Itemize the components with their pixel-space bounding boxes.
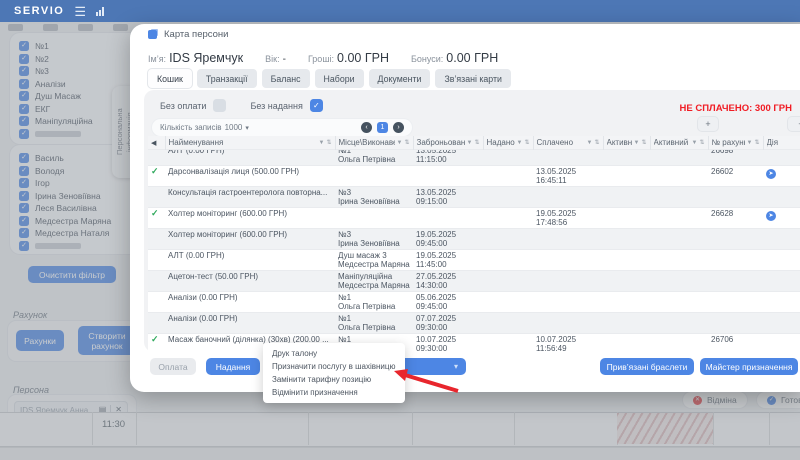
filters-row: Без оплати Без надання ✓ (160, 99, 323, 112)
payment-button[interactable]: Оплата (150, 358, 196, 375)
tab-transactions[interactable]: Транзакції (197, 69, 257, 88)
menu-item-assign-to-board[interactable]: Призначити послугу в шахівницю (263, 360, 405, 373)
table-row[interactable]: ✓ Дарсонвалізація лиця (500.00 ГРН) 13.0… (148, 166, 800, 187)
top-bar: SERVIO ☰ (0, 0, 800, 22)
table-row[interactable]: АЛТ (0.00 ГРН) №1Ольга Петрівна 13.05.20… (148, 150, 800, 166)
person-money: 0.00 ГРН (337, 51, 389, 65)
sort-icon[interactable]: ⇅ (524, 139, 529, 146)
table-row[interactable]: Консультація гастроентеролога повторна..… (148, 187, 800, 208)
sort-icon[interactable]: ⇅ (641, 139, 646, 146)
filter-icon[interactable]: ▼ (467, 140, 473, 146)
menu-item-print-ticket[interactable]: Друк талону (263, 347, 405, 360)
sort-icon[interactable]: ⇅ (474, 139, 479, 146)
table-row[interactable]: ✓ Масаж баночний (ділянка) (30хв) (200.0… (148, 334, 800, 355)
row-action-icon[interactable]: ➤ (766, 211, 776, 221)
sort-icon[interactable]: ⇅ (404, 139, 409, 146)
add-record-button-2[interactable]: + (788, 117, 800, 131)
filter-icon[interactable]: ▼ (397, 140, 403, 146)
provided-check-icon: ✓ (151, 208, 159, 218)
no-payment-checkbox[interactable] (213, 99, 226, 112)
assignment-master-button[interactable]: Майстер призначення (700, 358, 798, 375)
person-name: IDS Яремчук (169, 51, 243, 65)
filter-icon[interactable]: ▼ (692, 140, 698, 146)
tab-documents[interactable]: Документи (369, 69, 431, 88)
table-row[interactable]: Аналізи (0.00 ГРН) №1Ольга Петрівна 05.0… (148, 292, 800, 313)
modal-title: Карта персони (164, 29, 228, 40)
app-root: SERVIO ☰ ✓№1 ✓№2 ✓№3 ✓Аналізи ✓Душ Масаж… (0, 0, 800, 460)
menu-item-cancel-assignment[interactable]: Відмінити призначення (263, 386, 405, 399)
chevron-down-icon: ▾ (245, 124, 249, 132)
person-bonus: 0.00 ГРН (446, 51, 498, 65)
filter-icon[interactable]: ▼ (634, 140, 640, 146)
tab-sets[interactable]: Набори (315, 69, 364, 88)
records-count-select[interactable]: Кількість записів 1000 ▾ (160, 123, 249, 132)
context-menu: Друк талону Призначити послугу в шахівни… (263, 343, 405, 403)
current-page[interactable]: 1 (377, 122, 388, 133)
filter-icon[interactable]: ▼ (587, 140, 593, 146)
filter-icon[interactable]: ▼ (747, 140, 753, 146)
services-table: ◀ Найменування▼⇅ Місце\Виконавець▼⇅ Забр… (148, 136, 800, 354)
table-row[interactable]: АЛТ (0.00 ГРН) Душ масаж 3Медсестра Маря… (148, 250, 800, 271)
table-row[interactable]: Холтер моніторинг (600.00 ГРН) №3Ірина З… (148, 229, 800, 250)
person-info-row: Ім’я: IDS Яремчук Вік: - Гроші: 0.00 ГРН… (148, 51, 498, 65)
basket-content: Без оплати Без надання ✓ НЕ СПЛАЧЕНО: 30… (144, 90, 800, 352)
person-card-icon (148, 30, 157, 39)
brand-logo: SERVIO (14, 5, 64, 17)
table-row[interactable]: Ацетон-тест (50.00 ГРН) МаніпуляційнаМед… (148, 271, 800, 292)
no-provision-checkbox[interactable]: ✓ (310, 99, 323, 112)
collapse-icon[interactable]: ◀ (151, 139, 156, 147)
filter-icon[interactable]: ▼ (319, 140, 325, 146)
table-row[interactable]: ✓ Холтер моніторинг (600.00 ГРН) 19.05.2… (148, 208, 800, 229)
tab-balance[interactable]: Баланс (262, 69, 310, 88)
sort-icon[interactable]: ⇅ (699, 139, 704, 146)
menu-item-replace-tariff[interactable]: Замінити тарифну позицію (263, 373, 405, 386)
chart-icon[interactable] (96, 7, 104, 16)
row-action-icon[interactable]: ➤ (766, 169, 776, 179)
person-card-modal: Карта персони Ім’я: IDS Яремчук Вік: - Г… (130, 24, 800, 392)
sort-icon[interactable]: ⇅ (594, 139, 599, 146)
table-header-row: ◀ Найменування▼⇅ Місце\Виконавець▼⇅ Забр… (148, 136, 800, 150)
hamburger-menu-icon[interactable]: ☰ (74, 5, 86, 18)
annotation-arrow (386, 364, 468, 398)
table-toolbar: Кількість записів 1000 ▾ ‹ 1 › (152, 119, 412, 136)
sort-icon[interactable]: ⇅ (326, 139, 331, 146)
provision-button[interactable]: Надання (206, 358, 260, 375)
unpaid-notice: НЕ СПЛАЧЕНО: 300 ГРН (680, 103, 792, 114)
provided-check-icon: ✓ (151, 166, 159, 176)
person-age: - (283, 54, 286, 65)
add-record-button[interactable]: + (698, 117, 718, 131)
sort-icon[interactable]: ⇅ (754, 139, 759, 146)
prev-page-icon[interactable]: ‹ (361, 122, 372, 133)
tab-linked-cards[interactable]: Зв’язані карти (435, 69, 510, 88)
modal-header: Карта персони (130, 24, 800, 45)
table-row[interactable]: Аналізи (0.00 ГРН) №1Ольга Петрівна 07.0… (148, 313, 800, 334)
provided-check-icon: ✓ (151, 334, 159, 344)
modal-tabs: Кошик Транзакції Баланс Набори Документи… (148, 69, 511, 88)
linked-bracelets-button[interactable]: Прив’язані браслети (600, 358, 694, 375)
tab-basket[interactable]: Кошик (148, 69, 192, 88)
pagination: ‹ 1 › (361, 122, 404, 133)
next-page-icon[interactable]: › (393, 122, 404, 133)
filter-icon[interactable]: ▼ (517, 140, 523, 146)
